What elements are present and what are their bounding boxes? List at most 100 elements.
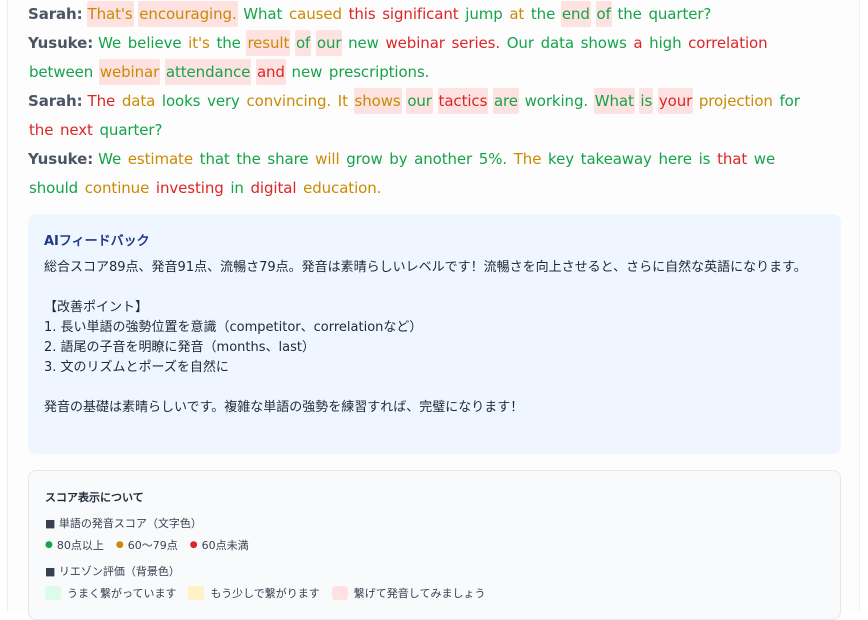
ai-feedback-line: 3. 文のリズムとポーズを自然に xyxy=(44,360,229,375)
transcript-word[interactable]: result xyxy=(246,30,291,56)
transcript-word[interactable]: your xyxy=(657,88,694,114)
transcript-word[interactable]: investing xyxy=(155,175,225,201)
liaison-legend-item: 繋げて発音してみましょう xyxy=(331,585,486,601)
word-score-legend-item: ● 60点未満 xyxy=(190,537,249,553)
transcript-word[interactable]: We xyxy=(97,146,122,172)
transcript-word[interactable]: significant xyxy=(381,1,459,27)
liaison-legend-label: 繋げて発音してみましょう xyxy=(353,587,486,600)
transcript-word[interactable]: convincing. xyxy=(246,88,333,114)
transcript-word[interactable]: webinar xyxy=(385,30,446,56)
transcript-word[interactable]: we xyxy=(753,146,776,172)
transcript-word[interactable]: The xyxy=(87,88,117,114)
transcript-word[interactable]: very xyxy=(206,88,241,114)
transcript-turn: Yusuke: We estimate that the share will g… xyxy=(28,145,828,203)
transcript-word[interactable]: should xyxy=(28,175,79,201)
transcript-word[interactable]: grow xyxy=(345,146,383,172)
transcript-word[interactable]: a xyxy=(632,30,643,56)
transcript-word[interactable]: We xyxy=(97,30,122,56)
transcript-word[interactable]: high xyxy=(648,30,682,56)
liaison-legend-item: もう少しで繋がります xyxy=(188,585,320,601)
transcript-word[interactable]: is xyxy=(698,146,712,172)
transcript-word[interactable]: the xyxy=(235,146,261,172)
transcript-word[interactable]: is xyxy=(639,88,654,114)
transcript-word[interactable]: That's xyxy=(86,1,134,27)
transcript-word[interactable]: share xyxy=(266,146,309,172)
transcript-word[interactable]: that xyxy=(716,146,748,172)
transcript-word[interactable]: takeaway xyxy=(580,146,653,172)
liaison-legend-label: もう少しで繋がります xyxy=(210,587,320,600)
liaison-heading: ■ リエゾン評価（背景色） xyxy=(45,565,180,578)
transcript-word[interactable]: encouraging. xyxy=(138,1,238,27)
transcript: Sarah: That's encouraging. What caused th… xyxy=(28,0,828,203)
transcript-word[interactable]: of xyxy=(294,30,312,56)
word-score-legend-item: ● 80点以上 xyxy=(45,537,104,553)
transcript-word[interactable]: our xyxy=(315,30,343,56)
transcript-turn: Sarah: That's encouraging. What caused th… xyxy=(28,0,828,29)
transcript-word[interactable]: It xyxy=(337,88,349,114)
transcript-word[interactable]: key xyxy=(547,146,575,172)
transcript-word[interactable]: 5%. xyxy=(478,146,508,172)
transcript-word[interactable]: jump xyxy=(464,1,503,27)
transcript-word[interactable]: believe xyxy=(127,30,183,56)
transcript-word[interactable]: the xyxy=(616,1,642,27)
transcript-word[interactable]: for xyxy=(778,88,800,114)
transcript-word[interactable]: our xyxy=(406,88,433,114)
transcript-word[interactable]: attendance xyxy=(164,59,252,85)
transcript-word[interactable]: and xyxy=(255,59,286,85)
word-score-heading: ■ 単語の発音スコア（文字色） xyxy=(45,517,202,530)
score-legend-title: スコア表示について xyxy=(45,491,144,504)
transcript-word[interactable]: that xyxy=(199,146,231,172)
transcript-word[interactable]: new xyxy=(291,59,324,85)
transcript-word[interactable]: series. xyxy=(451,30,502,56)
transcript-word[interactable]: of xyxy=(595,1,612,27)
transcript-word[interactable]: between xyxy=(28,59,94,85)
color-swatch xyxy=(45,586,61,600)
transcript-word[interactable]: webinar xyxy=(98,59,161,85)
transcript-word[interactable]: looks xyxy=(161,88,202,114)
transcript-word[interactable]: What xyxy=(242,1,283,27)
transcript-word[interactable]: quarter? xyxy=(99,117,164,143)
transcript-word[interactable]: continue xyxy=(84,175,150,201)
dot-icon: ● xyxy=(189,540,198,550)
transcript-word[interactable]: data xyxy=(121,88,156,114)
word-score-legend-label: 60〜79点 xyxy=(127,539,178,552)
transcript-word[interactable]: prescriptions. xyxy=(328,59,430,85)
transcript-word[interactable]: here xyxy=(658,146,693,172)
transcript-word[interactable]: the xyxy=(215,30,241,56)
ai-feedback-line xyxy=(44,378,825,398)
transcript-word[interactable]: correlation xyxy=(687,30,768,56)
transcript-word[interactable]: The xyxy=(513,146,543,172)
word-score-legend-label: 80点以上 xyxy=(56,539,104,552)
transcript-word[interactable]: What xyxy=(593,88,635,114)
transcript-word[interactable]: this xyxy=(348,1,377,27)
transcript-word[interactable]: end xyxy=(560,1,591,27)
color-swatch xyxy=(331,586,348,600)
transcript-word[interactable]: data xyxy=(540,30,575,56)
transcript-word[interactable]: caused xyxy=(288,1,343,27)
transcript-word[interactable]: at xyxy=(508,1,525,27)
transcript-turn: Sarah: The data looks very convincing. It… xyxy=(28,87,828,145)
transcript-word[interactable]: projection xyxy=(698,88,774,114)
transcript-word[interactable]: digital xyxy=(250,175,298,201)
transcript-word[interactable]: it's xyxy=(187,30,211,56)
transcript-word[interactable]: the xyxy=(28,117,54,143)
transcript-word[interactable]: Our xyxy=(506,30,535,56)
transcript-word[interactable]: education. xyxy=(302,175,382,201)
transcript-word[interactable]: are xyxy=(492,88,519,114)
transcript-word[interactable]: shows xyxy=(353,88,402,114)
speaker-name: Sarah: xyxy=(28,5,83,23)
transcript-word[interactable]: quarter? xyxy=(647,1,712,27)
transcript-word[interactable]: the xyxy=(530,1,556,27)
transcript-word[interactable]: tactics xyxy=(437,88,489,114)
transcript-word[interactable]: shows xyxy=(580,30,628,56)
word-score-legend-item: ● 60〜79点 xyxy=(116,537,178,553)
transcript-word[interactable]: new xyxy=(347,30,380,56)
transcript-word[interactable]: estimate xyxy=(127,146,194,172)
transcript-word[interactable]: in xyxy=(229,175,244,201)
transcript-word[interactable]: working. xyxy=(524,88,589,114)
transcript-word[interactable]: another xyxy=(413,146,473,172)
transcript-word[interactable]: will xyxy=(314,146,340,172)
transcript-word[interactable]: by xyxy=(388,146,408,172)
transcript-word[interactable]: next xyxy=(59,117,94,143)
ai-feedback-line: 総合スコア89点、発音91点、流暢さ79点。発音は素晴らしいレベルです！流暢さを… xyxy=(44,260,807,275)
